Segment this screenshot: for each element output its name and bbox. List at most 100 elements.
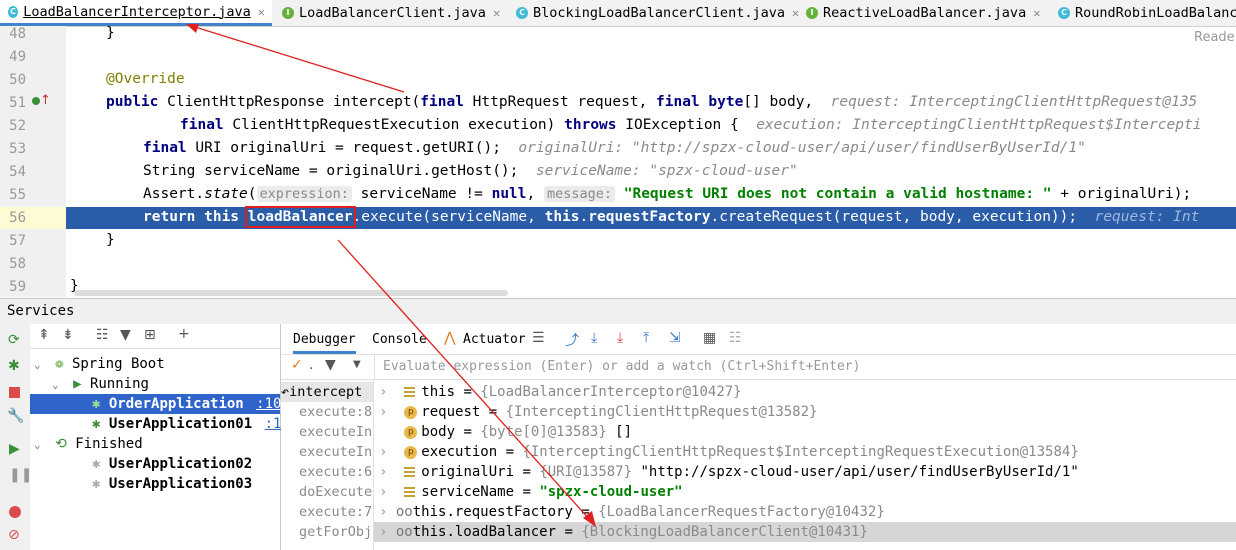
code-line-57: } [106,232,115,248]
chevron-down-icon[interactable]: ⌄ [34,438,41,451]
code-line-53: final URI originalUri = request.getURI()… [143,140,1086,156]
run-to-cursor-icon[interactable]: ⇲ [669,330,681,346]
step-into-icon[interactable]: ⤓ [617,330,623,346]
editor-tab-bar: C LoadBalancerInterceptor.java ✕ I LoadB… [0,0,1236,27]
line-number: 54 [9,164,26,180]
editor-horizontal-scrollbar[interactable] [74,290,508,296]
wrench-icon[interactable]: 🔧 [7,408,24,424]
mute-breakpoints-icon[interactable]: ⊘ [8,527,20,543]
tab-label: BlockingLoadBalancerClient.java [533,5,785,21]
tree-node-user-application03[interactable]: ✱ UserApplication03 [92,474,252,494]
rerun-icon[interactable]: ⟳ [8,332,20,348]
class-icon: C [516,7,528,19]
line-number: 58 [9,256,26,272]
class-icon: C [8,5,19,18]
annotation-arrow-to-tab [194,26,405,93]
frame-item[interactable]: execute:6 [299,462,391,482]
class-icon: C [1058,7,1070,19]
tab-roundrobinloadbalancer[interactable]: C RoundRobinLoadBalanc [1050,0,1236,26]
frame-item[interactable]: execute:7 [299,502,391,522]
debugger-toolbar: Debugger Console ⋀ Actuator ☰ ⤴ ⤓ ⤓ ⤒ ⇲ … [281,324,1236,355]
show-execution-point-icon[interactable]: ⤴ [565,330,579,350]
services-tree: ⇞ ⇟ ☷ ▼ ⊞ + ⌄ ❁ Spring Boot ⌄ ▶ Running … [30,324,290,550]
debug-bug-icon: ✱ [92,456,101,472]
variable-row[interactable]: › p execution = {InterceptingClientHttpRe… [379,442,1079,462]
variable-row[interactable]: › oothis.requestFactory = {LoadBalancerR… [379,502,885,522]
watch-icon: oo [395,524,413,540]
line-number: 57 [9,233,26,249]
line-number: 56 [9,210,26,226]
variable-row[interactable]: p body = {byte[0]@13583} [] [379,422,632,442]
frame-item[interactable]: executeIn [299,442,391,462]
debug-bug-icon: ✱ [92,396,101,412]
frame-item[interactable]: doExecute [299,482,391,502]
add-icon[interactable]: + [178,326,190,342]
collapse-all-icon[interactable]: ⇟ [62,327,74,343]
step-out-icon[interactable]: ⤒ [643,330,649,346]
parameter-icon: p [404,425,418,439]
variable-row[interactable]: › serviceName = "spzx-cloud-user" [379,482,683,502]
tab-blockingloadbalancerclient[interactable]: C BlockingLoadBalancerClient.java ✕ [508,0,806,26]
frame-item[interactable]: executeIn [299,422,391,442]
tab-actuator[interactable]: Actuator [463,332,526,347]
frame-item[interactable]: execute:8 [299,402,391,422]
override-arrow-icon[interactable]: ↑ [40,93,51,108]
tree-node-user-application02[interactable]: ✱ UserApplication02 [92,454,252,474]
tree-node-spring-boot[interactable]: ⌄ ❁ Spring Boot [34,354,165,374]
resume-icon[interactable]: ▶ [9,441,20,457]
tab-label: RoundRobinLoadBalanc [1075,5,1236,21]
chevron-down-icon[interactable]: ⌄ [34,358,41,371]
tab-loadbalancerinterceptor[interactable]: C LoadBalancerInterceptor.java ✕ [0,0,272,26]
variable-row[interactable]: › p request = {InterceptingClientHttpRequ… [379,402,817,422]
evaluate-input[interactable]: Evaluate expression (Enter) or add a wat… [383,359,860,374]
run-icon: ▶ [73,376,82,392]
tree-node-finished[interactable]: ⌄ ⟲ Finished [34,434,143,454]
stop-icon[interactable] [9,387,20,398]
menu-icon[interactable]: ☰ [532,330,545,346]
evaluate-icon[interactable]: ▦ [703,330,716,346]
tab-loadbalancerclient[interactable]: I LoadBalancerClient.java ✕ [274,0,507,26]
close-icon[interactable]: ✕ [493,6,500,20]
line-number: 50 [9,72,26,88]
chevron-down-icon[interactable]: ⌄ [52,378,59,391]
close-icon[interactable]: ✕ [1033,6,1040,20]
line-number: 49 [9,49,26,65]
tree-node-running[interactable]: ⌄ ▶ Running [52,374,149,394]
line-number: 59 [9,279,26,295]
close-icon[interactable]: ✕ [258,5,265,19]
new-tab-icon[interactable]: ⊞ [144,327,156,343]
reader-mode-toggle[interactable]: Reade [1194,30,1235,45]
filter-icon[interactable]: ▼ [120,327,131,343]
interface-icon: I [282,7,294,19]
breakpoints-icon[interactable] [9,506,21,518]
dropdown-icon[interactable]: ▼ [353,359,361,370]
step-over-icon[interactable]: ⤓ [591,330,597,346]
tab-debugger[interactable]: Debugger [293,332,356,354]
code-line-55: Assert.state(expression: serviceName != … [143,186,1192,202]
check-icon[interactable]: ✓ [291,357,303,373]
loadbalancer-field[interactable]: loadBalancer [244,206,356,228]
tab-reactiveloadbalancer[interactable]: I ReactiveLoadBalancer.java ✕ [798,0,1047,26]
variable-row[interactable]: › originalUri = {URI@13587} "http://spzx… [379,462,1079,482]
field-icon [404,467,416,477]
variable-row[interactable]: › this = {LoadBalancerInterceptor@10427} [379,382,742,402]
code-line-50: @Override [106,71,185,87]
expand-all-icon[interactable]: ⇞ [38,327,50,343]
evaluate-expression-bar[interactable]: Evaluate expression (Enter) or add a wat… [374,355,1236,380]
tab-console[interactable]: Console [372,332,427,347]
field-icon [404,387,416,397]
pause-icon[interactable]: ❚❚ [9,467,32,483]
filter-icon[interactable]: ▼ [325,357,336,373]
frame-item[interactable]: ↶intercept [281,382,373,402]
tab-label: LoadBalancerInterceptor.java [23,3,251,20]
implementation-icon[interactable] [32,97,40,105]
line-number: 51 [9,95,26,111]
debug-icon[interactable]: ✱ [8,358,20,374]
tree-node-order-application[interactable]: ✱ OrderApplication :102 [30,394,290,414]
frames-toolbar: ✓ . ▼ ▼ [281,355,373,380]
code-line-56: return this loadBalancer.execute(service… [143,206,1200,228]
group-icon[interactable]: ☷ [96,327,109,343]
trace-icon[interactable]: ☷ [729,330,742,346]
variable-row-selected[interactable]: › oothis.loadBalancer = {BlockingLoadBal… [374,522,1236,542]
tree-node-user-application01[interactable]: ✱ UserApplication01 :10 [92,414,290,434]
